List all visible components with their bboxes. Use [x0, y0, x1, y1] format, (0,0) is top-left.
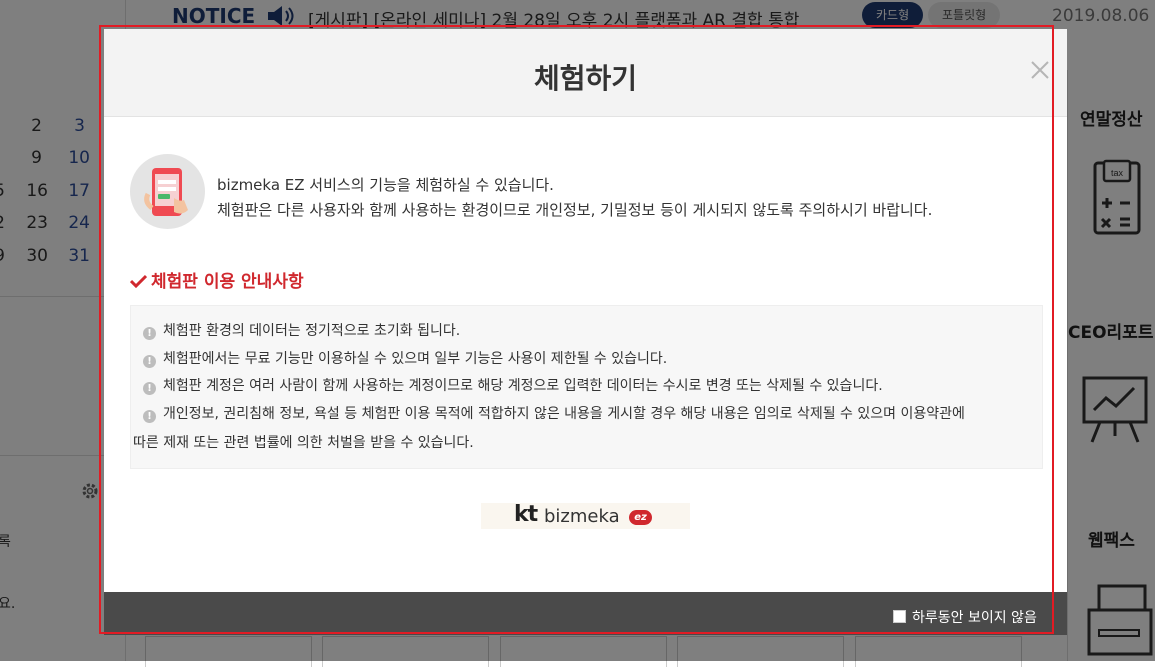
- modal-header: 체험하기: [104, 29, 1067, 117]
- guide-item: ! 체험판 환경의 데이터는 정기적으로 초기화 됩니다.: [143, 321, 460, 341]
- guide-heading-text: 체험판 이용 안내사항: [151, 272, 304, 292]
- logo-bizmeka: bizmeka: [544, 506, 620, 527]
- info-icon: !: [143, 410, 156, 423]
- trial-modal: 체험하기 bizmeka EZ 서비스의 기능을 체험하실 수 있습니다. 체험…: [104, 29, 1067, 635]
- guide-item-text: 체험판 계정은 여러 사람이 함께 사용하는 계정이므로 해당 계정으로 입력한…: [163, 378, 883, 394]
- guide-item-text: 체험판에서는 무료 기능만 이용하실 수 있으며 일부 기능은 사용이 제한될 …: [163, 351, 668, 367]
- modal-footer: 하루동안 보이지 않음: [104, 592, 1067, 635]
- phone-login-icon: [130, 154, 205, 229]
- logo-kt: kt: [514, 502, 538, 527]
- info-icon: !: [143, 327, 156, 340]
- guide-item: ! 체험판 계정은 여러 사람이 함께 사용하는 계정이므로 해당 계정으로 입력…: [143, 376, 883, 396]
- intro-text: bizmeka EZ 서비스의 기능을 체험하실 수 있습니다. 체험판은 다른…: [217, 173, 932, 223]
- dont-show-today-checkbox[interactable]: [893, 610, 906, 623]
- guide-item: ! 체험판에서는 무료 기능만 이용하실 수 있으며 일부 기능은 사용이 제한될…: [143, 349, 667, 369]
- info-icon: !: [143, 382, 156, 395]
- guide-item-continuation: 따른 제재 또는 관련 법률에 의한 처벌을 받을 수 있습니다.: [133, 435, 474, 451]
- guide-item-text: 체험판 환경의 데이터는 정기적으로 초기화 됩니다.: [163, 323, 461, 339]
- guide-item-text: 개인정보, 권리침해 정보, 욕설 등 체험판 이용 목적에 적합하지 않은 내…: [163, 406, 965, 422]
- intro-line: bizmeka EZ 서비스의 기능을 체험하실 수 있습니다.: [217, 176, 554, 194]
- dont-show-today-label[interactable]: 하루동안 보이지 않음: [912, 607, 1037, 627]
- guide-item: ! 개인정보, 권리침해 정보, 욕설 등 체험판 이용 목적에 적합하지 않은 …: [143, 404, 965, 424]
- logo-ez: ez: [629, 510, 652, 525]
- modal-title: 체험하기: [533, 62, 638, 95]
- close-icon[interactable]: [1029, 59, 1051, 81]
- check-icon: [130, 274, 147, 288]
- kt-bizmeka-logo: kt bizmeka ez: [481, 502, 690, 529]
- info-icon: !: [143, 355, 156, 368]
- intro-line: 체험판은 다른 사용자와 함께 사용하는 환경이므로 개인정보, 기밀정보 등이…: [217, 201, 933, 219]
- guide-box: ! 체험판 환경의 데이터는 정기적으로 초기화 됩니다. ! 체험판에서는 무료 …: [130, 305, 1043, 469]
- guide-heading: 체험판 이용 안내사항: [130, 267, 304, 292]
